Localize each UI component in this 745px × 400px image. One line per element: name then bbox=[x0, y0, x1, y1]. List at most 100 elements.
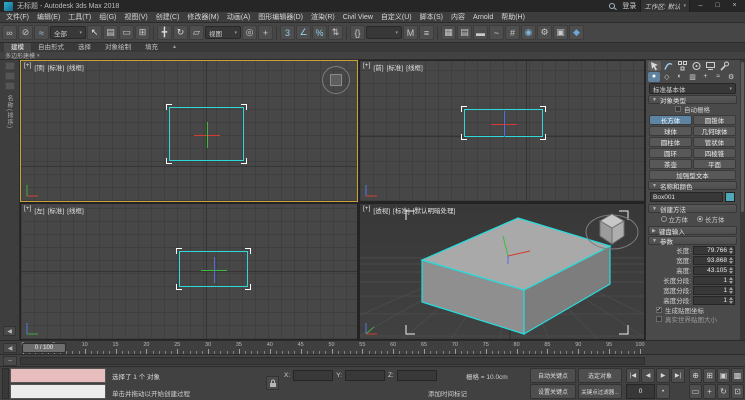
menu-item-0[interactable]: 文件(F) bbox=[2, 12, 33, 23]
viewcube-face[interactable] bbox=[330, 74, 342, 86]
viewport-shading-button[interactable]: [标准] bbox=[387, 62, 404, 72]
select-and-rotate-icon[interactable]: ↻ bbox=[173, 25, 188, 40]
close-button[interactable]: × bbox=[728, 0, 741, 12]
hierarchy-tab[interactable] bbox=[676, 61, 689, 71]
viewport-shading-button[interactable]: [标准] bbox=[48, 62, 65, 72]
shapes-category[interactable]: ◇ bbox=[661, 72, 673, 82]
object-button-1[interactable]: 圆锥体 bbox=[693, 115, 736, 125]
snap-toggle-3d-icon[interactable]: 3 bbox=[280, 25, 295, 40]
scene-explorer-filter-icon[interactable] bbox=[5, 72, 15, 80]
menu-item-11[interactable]: 自定义(U) bbox=[377, 12, 416, 23]
object-button-5[interactable]: 管状体 bbox=[693, 137, 736, 147]
spinner-down-icon[interactable] bbox=[729, 301, 733, 304]
zoom-extents-button[interactable]: ▣ bbox=[717, 368, 730, 383]
menu-item-7[interactable]: 动画(A) bbox=[223, 12, 254, 23]
select-and-move-icon[interactable]: ╋ bbox=[157, 25, 172, 40]
menu-item-10[interactable]: Civil View bbox=[339, 12, 377, 23]
render-production-icon[interactable]: ◆ bbox=[569, 25, 584, 40]
viewport-tab-arrow-button[interactable]: ◀ bbox=[3, 343, 17, 353]
spinner-arrows[interactable] bbox=[728, 267, 734, 274]
object-button-4[interactable]: 圆柱体 bbox=[649, 137, 692, 147]
timeline-ruler[interactable]: 0 / 100 05101520253035404550556065707580… bbox=[20, 341, 645, 355]
curve-editor-icon[interactable]: ~ bbox=[489, 25, 504, 40]
spinner-down-icon[interactable] bbox=[729, 291, 733, 294]
mirror-icon[interactable]: M bbox=[403, 25, 418, 40]
menu-item-12[interactable]: 脚本(S) bbox=[416, 12, 447, 23]
selection-filter-dropdown[interactable]: 全部▾ bbox=[50, 26, 86, 39]
spinner-down-icon[interactable] bbox=[729, 251, 733, 254]
viewport-name-button[interactable]: [左] bbox=[34, 205, 44, 215]
spinner-down-icon[interactable] bbox=[729, 281, 733, 284]
viewport-menu-button[interactable]: [+] bbox=[24, 205, 31, 215]
search-icon[interactable] bbox=[609, 3, 615, 9]
parameter-spinner-1[interactable]: 93.868 bbox=[693, 256, 735, 265]
spinner-snap-icon[interactable]: ⇅ bbox=[328, 25, 343, 40]
go-to-end-button[interactable]: ▶| bbox=[671, 368, 685, 383]
scrollbar-thumb[interactable] bbox=[741, 62, 744, 212]
time-slider[interactable]: 0 / 100 bbox=[22, 343, 66, 353]
viewport-shading-button[interactable]: [标准] bbox=[393, 205, 410, 215]
viewport-menu-button[interactable]: [+] bbox=[363, 62, 370, 72]
object-button-2[interactable]: 球体 bbox=[649, 126, 692, 136]
selected-objects-dropdown[interactable]: 选定对象 bbox=[578, 368, 622, 383]
ribbon-tab-3[interactable]: 对象绘制 bbox=[98, 43, 138, 52]
viewport-shading-mode-button[interactable]: [默认明暗处理] bbox=[413, 205, 456, 215]
zoom-region-button[interactable]: ▭ bbox=[689, 384, 702, 399]
spinner-up-icon[interactable] bbox=[729, 287, 733, 290]
create-tab[interactable] bbox=[648, 61, 661, 71]
menu-item-1[interactable]: 编辑(E) bbox=[33, 12, 64, 23]
z-axis-gizmo[interactable] bbox=[504, 111, 505, 137]
toggle-ribbon-icon[interactable]: ▬ bbox=[473, 25, 488, 40]
named-selection-sets-dropdown[interactable]: ▾ bbox=[366, 26, 402, 39]
create-viewport-layout-tab-button[interactable]: ◀ bbox=[3, 326, 16, 336]
systems-category[interactable]: ⚙ bbox=[725, 72, 737, 82]
box-wireframe-left-view[interactable] bbox=[179, 251, 248, 287]
viewport-name-button[interactable]: [前] bbox=[373, 62, 383, 72]
viewport-wireframe-button[interactable]: [线框] bbox=[67, 205, 84, 215]
space-warps-category[interactable]: ≈ bbox=[712, 72, 724, 82]
menu-item-13[interactable]: 内容 bbox=[447, 12, 469, 23]
render-setup-icon[interactable]: ⚙ bbox=[537, 25, 552, 40]
schematic-view-icon[interactable]: # bbox=[505, 25, 520, 40]
z-coordinate-field[interactable] bbox=[397, 370, 437, 381]
object-type-rollout-header[interactable]: ▼ 对象类型 bbox=[648, 95, 737, 104]
object-button-0[interactable]: 长方体 bbox=[649, 115, 692, 125]
scene-explorer-strip[interactable]: 名称(排序) ◀ bbox=[0, 60, 20, 340]
previous-frame-button[interactable]: ◀ bbox=[641, 368, 655, 383]
viewport-top[interactable]: [+] [顶] [标准] [线框] bbox=[20, 60, 358, 202]
helpers-category[interactable]: + bbox=[699, 72, 711, 82]
viewport-name-button[interactable]: [透视] bbox=[373, 205, 390, 215]
zoom-button[interactable]: ⊕ bbox=[689, 368, 702, 383]
keyboard-entry-rollout-header[interactable]: ▶ 键盘输入 bbox=[648, 226, 737, 235]
viewport-perspective[interactable]: [+] [透视] [标准] [默认明暗处理] bbox=[359, 203, 645, 340]
select-and-manipulate-icon[interactable]: + bbox=[258, 25, 273, 40]
checkbox-icon[interactable] bbox=[656, 316, 662, 322]
spinner-arrows[interactable] bbox=[728, 247, 734, 254]
geometry-category[interactable]: ● bbox=[648, 72, 660, 82]
object-button-7[interactable]: 四棱锥 bbox=[693, 148, 736, 158]
mini-curve-editor-button[interactable]: ~ bbox=[3, 356, 17, 366]
edit-named-selection-sets-icon[interactable]: {} bbox=[350, 25, 365, 40]
spinner-up-icon[interactable] bbox=[729, 297, 733, 300]
key-filters-button[interactable]: 关键点过滤器... bbox=[578, 384, 622, 399]
spinner-down-icon[interactable] bbox=[729, 271, 733, 274]
creation-method-option-0[interactable]: 立方体 bbox=[661, 214, 689, 224]
select-object-icon[interactable]: ↖ bbox=[87, 25, 102, 40]
track-bar-strip[interactable] bbox=[20, 357, 645, 365]
viewcube[interactable] bbox=[322, 66, 350, 94]
select-and-scale-icon[interactable]: ▱ bbox=[189, 25, 204, 40]
maxscript-listener-field[interactable] bbox=[10, 384, 106, 399]
box-wireframe-top-view[interactable] bbox=[169, 107, 244, 161]
select-by-name-icon[interactable]: ▤ bbox=[103, 25, 118, 40]
align-icon[interactable]: ≡ bbox=[419, 25, 434, 40]
unlink-selection-icon[interactable]: ⊘ bbox=[18, 25, 33, 40]
pan-view-button[interactable]: + bbox=[703, 384, 716, 399]
viewcube[interactable] bbox=[584, 207, 640, 257]
menu-item-14[interactable]: Arnold bbox=[469, 12, 497, 23]
subcategory-dropdown[interactable]: 标准基本体▾ bbox=[649, 83, 736, 94]
viewport-shading-button[interactable]: [标准] bbox=[48, 205, 65, 215]
ribbon-collapse-icon[interactable]: ▴ bbox=[173, 43, 176, 52]
viewport-front[interactable]: [+] [前] [标准] [线框] bbox=[359, 60, 645, 202]
key-mode-toggle[interactable]: • bbox=[656, 384, 670, 399]
object-button-9[interactable]: 平面 bbox=[693, 159, 736, 169]
